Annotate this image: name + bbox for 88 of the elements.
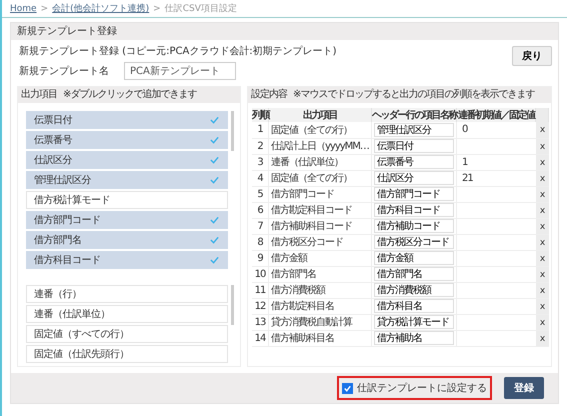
table-cell: 借方部門名 xyxy=(268,266,372,282)
table-cell: 1 xyxy=(252,122,268,138)
table-cell: 仕訳計上日（yyyyMM… xyxy=(268,138,372,154)
check-icon xyxy=(210,256,219,264)
table-cell: 10 xyxy=(252,266,268,282)
header-name-field[interactable]: 伝票日付 xyxy=(374,139,454,153)
template-info: 新規テンプレート登録 (コピー元:PCAクラウド会計:初期テンプレート) xyxy=(19,44,337,59)
table-cell: 借方補助科目名 xyxy=(268,330,372,346)
value-cell[interactable]: 0 xyxy=(456,122,536,138)
check-icon xyxy=(210,236,219,244)
section-hint: ※ダブルクリックで追加できます xyxy=(63,88,196,102)
check-icon xyxy=(210,136,219,144)
header-name-field[interactable]: 借方補助名 xyxy=(374,331,454,345)
header-name-field[interactable]: 借方科目名 xyxy=(374,299,454,313)
table-cell: 借方部門コード xyxy=(268,186,372,202)
value-cell[interactable]: 21 xyxy=(456,170,536,186)
header-name-field[interactable]: 伝票番号 xyxy=(374,155,454,169)
table-cell: 14 xyxy=(252,330,268,346)
column-header: 出力項目 xyxy=(268,108,372,122)
table-cell: 9 xyxy=(252,250,268,266)
check-icon xyxy=(210,216,219,224)
header-name-field[interactable]: 借方税区分コード xyxy=(374,235,454,249)
checkbox[interactable] xyxy=(342,382,353,394)
special-item[interactable]: 連番（行） xyxy=(26,285,228,303)
output-item[interactable]: 借方科目コード xyxy=(26,251,228,269)
checkbox-label: 仕訳テンプレートに設定する xyxy=(357,382,487,395)
table-cell: 借方補助科目コード xyxy=(268,218,372,234)
check-icon xyxy=(210,176,219,184)
table-cell: 連番（仕訳単位） xyxy=(268,154,372,170)
table-cell: 12 xyxy=(252,298,268,314)
output-item[interactable]: 管理仕訳区分 xyxy=(26,171,228,189)
breadcrumb-separator: > xyxy=(153,4,161,14)
table-cell: 借方勘定科目名 xyxy=(268,298,372,314)
table-cell: 6 xyxy=(252,202,268,218)
check-icon xyxy=(210,156,219,164)
scrollbar[interactable] xyxy=(231,111,234,151)
table-cell: 2 xyxy=(252,138,268,154)
special-item[interactable]: 固定値（すべての行） xyxy=(26,325,228,343)
header-name-field[interactable]: 借方補助コード xyxy=(374,219,454,233)
value-cell[interactable]: 1 xyxy=(456,154,536,170)
table-cell: 貸方消費税自動計算 xyxy=(268,314,372,330)
header-name-field[interactable]: 借方金額 xyxy=(374,251,454,265)
header-name-field[interactable]: 管理仕訳区分 xyxy=(374,122,454,137)
table-cell: 7 xyxy=(252,218,268,234)
output-item[interactable]: 借方部門名 xyxy=(26,231,228,249)
table-cell: 3 xyxy=(252,154,268,170)
breadcrumb-link[interactable]: 会計(他会計ソフト連携) xyxy=(52,2,150,15)
header-name-field[interactable]: 借方部門名 xyxy=(374,267,454,281)
back-button[interactable]: 戻り xyxy=(512,46,552,66)
output-item[interactable]: 借方税計算モード xyxy=(26,191,228,209)
table-cell: 4 xyxy=(252,170,268,186)
table-cell: 固定値（全ての行） xyxy=(268,122,372,138)
output-item[interactable]: 借方部門コード xyxy=(26,211,228,229)
table-cell: 13 xyxy=(252,314,268,330)
template-name-field[interactable]: PCA新テンプレート xyxy=(124,62,236,80)
column-header: ヘッダー行の項目名称 xyxy=(372,108,456,122)
table-cell: 借方消費税額 xyxy=(268,282,372,298)
header-name-field[interactable]: 借方消費税額 xyxy=(374,283,454,297)
panel-title: 新規テンプレート登録 xyxy=(16,24,118,39)
column-header: 連番初期値／固定値 xyxy=(456,108,536,122)
breadcrumb-current: 仕訳CSV項目設定 xyxy=(164,2,237,15)
output-item[interactable]: 伝票番号 xyxy=(26,131,228,149)
scrollbar[interactable] xyxy=(231,285,234,325)
table-cell: 借方金額 xyxy=(268,250,372,266)
table-cell: 借方税区分コード xyxy=(268,234,372,250)
header-name-field[interactable]: 借方部門コード xyxy=(374,187,454,201)
header-name-field[interactable]: 借方科目コード xyxy=(374,203,454,217)
output-item[interactable]: 仕訳区分 xyxy=(26,151,228,169)
table-cell: 5 xyxy=(252,186,268,202)
table-cell: 8 xyxy=(252,234,268,250)
set-template-checkbox[interactable]: 仕訳テンプレートに設定する xyxy=(337,376,492,400)
check-icon xyxy=(210,116,219,124)
special-item[interactable]: 固定値（仕訳先頭行） xyxy=(26,345,228,363)
section-title: 設定内容 xyxy=(251,88,287,102)
special-item[interactable]: 連番（仕訳単位） xyxy=(26,305,228,323)
register-button[interactable]: 登録 xyxy=(504,377,544,399)
template-name-label: 新規テンプレート名 xyxy=(19,64,110,78)
table-cell: 借方勘定科目コード xyxy=(268,202,372,218)
table-cell: 固定値（全ての行） xyxy=(268,170,372,186)
table-cell: 11 xyxy=(252,282,268,298)
section-title: 出力項目 xyxy=(21,88,57,102)
breadcrumb-separator: > xyxy=(40,4,48,14)
section-hint: ※マウスでドロップすると出力の項目の列順を表示できます xyxy=(293,88,534,102)
column-header: 列順 xyxy=(252,108,268,122)
header-name-field[interactable]: 仕訳区分 xyxy=(374,171,454,185)
output-item[interactable]: 伝票日付 xyxy=(26,111,228,129)
breadcrumb-link[interactable]: Home xyxy=(10,4,37,14)
header-name-field[interactable]: 貸方税計算モード xyxy=(374,315,454,329)
